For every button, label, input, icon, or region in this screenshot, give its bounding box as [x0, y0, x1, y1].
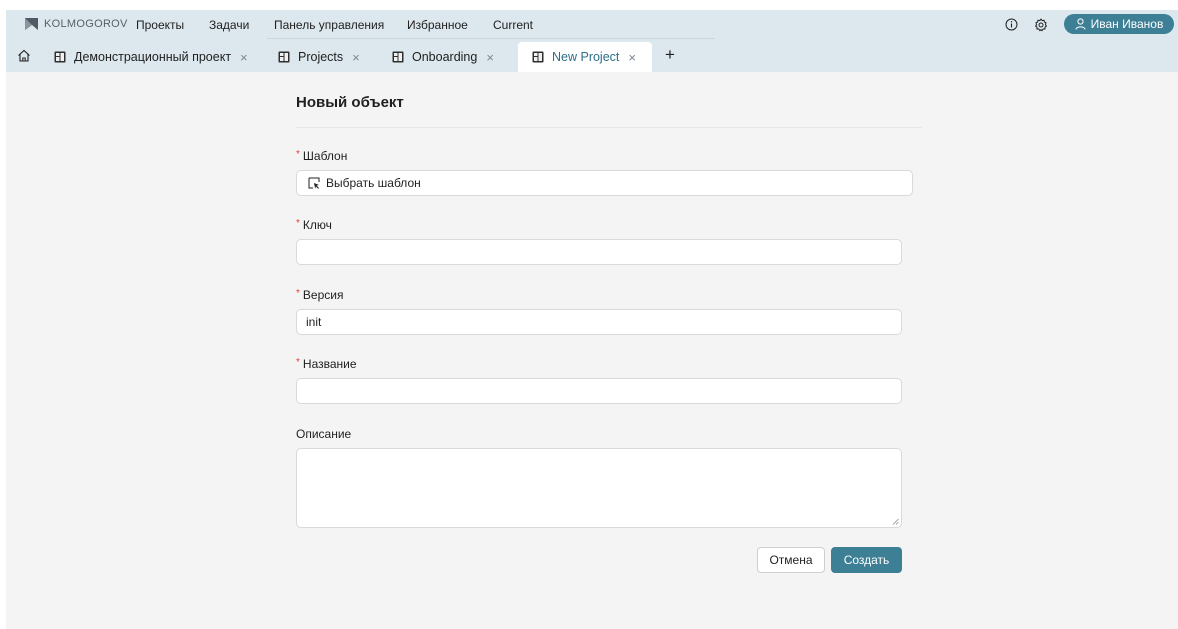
kolmogorov-logo-icon — [25, 18, 38, 30]
user-profile-button[interactable]: Иван Иванов — [1064, 14, 1174, 34]
tab-projects[interactable]: Projects × — [278, 42, 374, 72]
description-textarea[interactable] — [297, 449, 901, 527]
top-navigation: KOLMOGOROV Проекты Задачи Панель управле… — [6, 10, 1178, 39]
key-label: * Ключ — [296, 218, 332, 232]
board-icon — [532, 51, 544, 63]
tab-onboarding[interactable]: Onboarding × — [392, 42, 504, 72]
tab-new-project[interactable]: New Project × — [518, 42, 652, 72]
close-icon[interactable]: × — [486, 51, 494, 64]
required-mark: * — [296, 218, 300, 229]
tab-label: New Project — [552, 50, 620, 64]
nav-item-tasks[interactable]: Задачи — [209, 18, 249, 32]
version-field — [296, 309, 902, 335]
brand[interactable]: KOLMOGOROV — [24, 17, 128, 31]
tab-label: Projects — [298, 50, 344, 64]
info-icon[interactable] — [1004, 17, 1019, 32]
version-label: * Версия — [296, 288, 343, 302]
key-field — [296, 239, 902, 265]
description-field — [296, 448, 902, 528]
gear-icon[interactable] — [1033, 17, 1048, 32]
user-name: Иван Иванов — [1090, 17, 1164, 31]
nav-item-dashboard[interactable]: Панель управления — [274, 18, 384, 32]
close-icon[interactable]: × — [240, 51, 248, 64]
home-icon[interactable] — [16, 48, 32, 64]
required-mark: * — [296, 288, 300, 299]
select-template-label: Выбрать шаблон — [326, 176, 421, 190]
close-icon[interactable]: × — [352, 51, 360, 64]
brand-name: KOLMOGOROV — [44, 18, 128, 30]
tab-demo-project[interactable]: Демонстрационный проект × — [54, 42, 258, 72]
label-text: Версия — [302, 288, 344, 302]
app-window: KOLMOGOROV Проекты Задачи Панель управле… — [6, 10, 1178, 629]
name-field — [296, 378, 902, 404]
tab-label: Демонстрационный проект — [74, 50, 232, 64]
nav-item-favorites[interactable]: Избранное — [407, 18, 468, 32]
select-template-button[interactable]: Выбрать шаблон — [296, 170, 913, 196]
description-label: Описание — [296, 427, 352, 441]
template-label: * Шаблон — [296, 149, 347, 163]
user-icon — [1075, 18, 1086, 30]
name-input[interactable] — [297, 379, 901, 403]
label-text: Ключ — [302, 218, 332, 232]
select-cursor-icon — [308, 177, 320, 189]
cancel-button[interactable]: Отмена — [757, 547, 825, 573]
add-tab-button[interactable]: + — [665, 46, 675, 63]
nav-item-current[interactable]: Current — [493, 18, 533, 32]
resize-grip-icon[interactable] — [892, 518, 899, 525]
name-label: * Название — [296, 357, 357, 371]
tab-label: Onboarding — [412, 50, 478, 64]
board-icon — [54, 51, 66, 63]
create-button[interactable]: Создать — [831, 547, 902, 573]
key-input[interactable] — [297, 240, 901, 264]
board-icon — [392, 51, 404, 63]
title-divider — [296, 127, 922, 128]
close-icon[interactable]: × — [628, 51, 636, 64]
board-icon — [278, 51, 290, 63]
nav-item-projects[interactable]: Проекты — [136, 18, 184, 32]
required-mark: * — [296, 149, 300, 160]
label-text: Шаблон — [302, 149, 348, 163]
label-text: Название — [302, 357, 357, 371]
tab-bar: Демонстрационный проект × Projects × Onb… — [6, 39, 1178, 72]
page-title: Новый объект — [296, 94, 404, 111]
required-mark: * — [296, 357, 300, 368]
version-input[interactable] — [297, 310, 901, 334]
